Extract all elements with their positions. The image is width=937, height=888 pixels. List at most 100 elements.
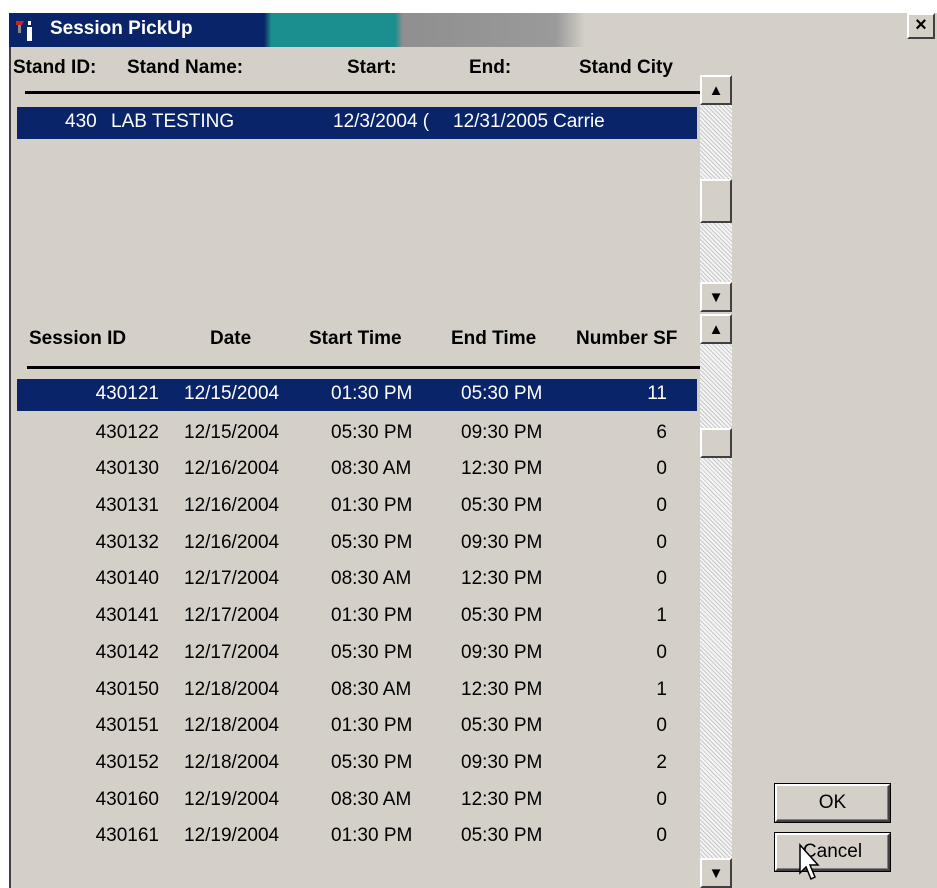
session-end-time-cell: 09:30 PM <box>461 751 543 773</box>
column-header-session-id[interactable]: Session ID <box>29 328 126 350</box>
session-date-cell: 12/17/2004 <box>184 641 280 663</box>
stand-city-cell: Carrie <box>553 111 605 132</box>
session-list-scrollbar[interactable]: ▲ ▼ <box>700 314 732 888</box>
session-row[interactable]: 430132 12/16/2004 05:30 PM 09:30 PM 0 <box>17 526 697 563</box>
session-date-cell: 12/17/2004 <box>184 605 280 627</box>
column-header-end-time[interactable]: End Time <box>451 328 536 350</box>
session-start-time-cell: 05:30 PM <box>331 531 413 553</box>
session-date-cell: 12/16/2004 <box>184 531 280 553</box>
session-row[interactable]: 430141 12/17/2004 01:30 PM 05:30 PM 1 <box>17 599 697 636</box>
session-id-cell: 430151 <box>95 715 159 737</box>
session-row[interactable]: 430121 12/15/2004 01:30 PM 05:30 PM 11 <box>17 379 697 411</box>
session-row[interactable]: 430150 12/18/2004 08:30 AM 12:30 PM 1 <box>17 673 697 710</box>
stand-scroll-up-button[interactable]: ▲ <box>700 75 732 105</box>
session-date-cell: 12/15/2004 <box>184 421 280 443</box>
session-row[interactable]: 430151 12/18/2004 01:30 PM 05:30 PM 0 <box>17 709 697 746</box>
session-start-time-cell: 08:30 AM <box>331 568 412 590</box>
session-start-time-cell: 05:30 PM <box>331 421 413 443</box>
session-number-cell: 0 <box>656 568 667 590</box>
session-start-time-cell: 01:30 PM <box>331 605 413 627</box>
stand-row[interactable]: 430 LAB TESTING 12/3/2004 ( 12/31/2005 C… <box>17 107 697 139</box>
session-row[interactable]: 430161 12/19/2004 01:30 PM 05:30 PM 0 <box>17 819 697 856</box>
session-date-cell: 12/15/2004 <box>184 383 280 404</box>
close-button[interactable]: × <box>907 13 935 39</box>
session-end-time-cell: 12:30 PM <box>461 458 543 480</box>
stand-list-scrollbar[interactable]: ▲ ▼ <box>700 75 732 312</box>
session-date-cell: 12/18/2004 <box>184 678 280 700</box>
session-date-cell: 12/18/2004 <box>184 715 280 737</box>
session-row[interactable]: 430160 12/19/2004 08:30 AM 12:30 PM 0 <box>17 783 697 820</box>
scroll-down-arrow-icon: ▼ <box>708 288 724 306</box>
stand-list-header: Stand ID: Stand Name: Start: End: Stand … <box>11 47 701 91</box>
session-number-cell: 0 <box>656 641 667 663</box>
session-start-time-cell: 05:30 PM <box>331 751 413 773</box>
column-header-number[interactable]: Number SF <box>576 328 677 350</box>
stand-scroll-thumb[interactable] <box>700 179 732 223</box>
session-row[interactable]: 430122 12/15/2004 05:30 PM 09:30 PM 6 <box>17 416 697 453</box>
column-header-start-time[interactable]: Start Time <box>309 328 402 350</box>
session-date-cell: 12/17/2004 <box>184 568 280 590</box>
session-start-time-cell: 01:30 PM <box>331 383 413 404</box>
session-id-cell: 430152 <box>95 751 159 773</box>
session-row[interactable]: 430142 12/17/2004 05:30 PM 09:30 PM 0 <box>17 636 697 673</box>
session-start-time-cell: 08:30 AM <box>331 458 412 480</box>
stand-list[interactable]: Stand ID: Stand Name: Start: End: Stand … <box>9 47 738 312</box>
session-number-cell: 0 <box>656 458 667 480</box>
session-scroll-down-button[interactable]: ▼ <box>700 858 732 888</box>
title-bar[interactable]: Session PickUp <box>9 13 738 47</box>
column-header-stand-name[interactable]: Stand Name: <box>127 57 243 79</box>
session-number-cell: 2 <box>656 751 667 773</box>
session-id-cell: 430130 <box>95 458 159 480</box>
session-start-time-cell: 08:30 AM <box>331 678 412 700</box>
column-header-date[interactable]: Date <box>210 328 251 350</box>
header-divider <box>25 91 700 94</box>
stand-start-cell: 12/3/2004 ( <box>333 111 430 132</box>
ok-button[interactable]: OK <box>775 784 890 822</box>
scroll-up-arrow-icon: ▲ <box>708 81 724 99</box>
session-start-time-cell: 08:30 AM <box>331 788 412 810</box>
scroll-down-arrow-icon: ▼ <box>708 864 724 882</box>
mouse-pointer-icon <box>799 843 820 881</box>
session-row[interactable]: 430152 12/18/2004 05:30 PM 09:30 PM 2 <box>17 746 697 783</box>
stand-end-cell: 12/31/2005 <box>453 111 549 132</box>
session-start-time-cell: 01:30 PM <box>331 825 413 847</box>
session-number-cell: 6 <box>656 421 667 443</box>
stand-scroll-down-button[interactable]: ▼ <box>700 282 732 312</box>
session-end-time-cell: 09:30 PM <box>461 421 543 443</box>
session-end-time-cell: 05:30 PM <box>461 825 543 847</box>
column-header-start[interactable]: Start: <box>347 57 397 79</box>
session-end-time-cell: 12:30 PM <box>461 678 543 700</box>
session-scroll-thumb[interactable] <box>700 428 732 458</box>
session-id-cell: 430161 <box>95 825 159 847</box>
session-end-time-cell: 09:30 PM <box>461 641 543 663</box>
stand-id-cell: 430 <box>65 111 97 132</box>
column-header-stand-city[interactable]: Stand City <box>579 57 673 79</box>
session-id-cell: 430132 <box>95 531 159 553</box>
session-number-cell: 0 <box>656 531 667 553</box>
session-row[interactable]: 430130 12/16/2004 08:30 AM 12:30 PM 0 <box>17 452 697 489</box>
column-header-end[interactable]: End: <box>469 57 511 79</box>
session-end-time-cell: 09:30 PM <box>461 531 543 553</box>
session-row[interactable]: 430131 12/16/2004 01:30 PM 05:30 PM 0 <box>17 489 697 526</box>
session-end-time-cell: 05:30 PM <box>461 495 543 517</box>
session-scroll-up-button[interactable]: ▲ <box>700 314 732 344</box>
session-id-cell: 430140 <box>95 568 159 590</box>
session-id-cell: 430122 <box>95 421 159 443</box>
session-end-time-cell: 05:30 PM <box>461 383 543 404</box>
session-end-time-cell: 12:30 PM <box>461 788 543 810</box>
session-number-cell: 0 <box>656 495 667 517</box>
session-list[interactable]: Session ID Date Start Time End Time Numb… <box>9 312 738 888</box>
session-id-cell: 430131 <box>95 495 159 517</box>
session-start-time-cell: 01:30 PM <box>331 715 413 737</box>
session-id-cell: 430142 <box>95 641 159 663</box>
session-number-cell: 1 <box>656 605 667 627</box>
session-pickup-window: Session PickUp × Stand ID: Stand Name: S… <box>9 13 937 888</box>
column-header-stand-id[interactable]: Stand ID: <box>13 57 96 79</box>
session-id-cell: 430141 <box>95 605 159 627</box>
cancel-button[interactable]: Cancel <box>775 833 890 871</box>
window-title: Session PickUp <box>50 18 193 39</box>
session-number-cell: 0 <box>656 825 667 847</box>
session-id-cell: 430150 <box>95 678 159 700</box>
session-number-cell: 11 <box>647 383 667 404</box>
session-row[interactable]: 430140 12/17/2004 08:30 AM 12:30 PM 0 <box>17 562 697 599</box>
